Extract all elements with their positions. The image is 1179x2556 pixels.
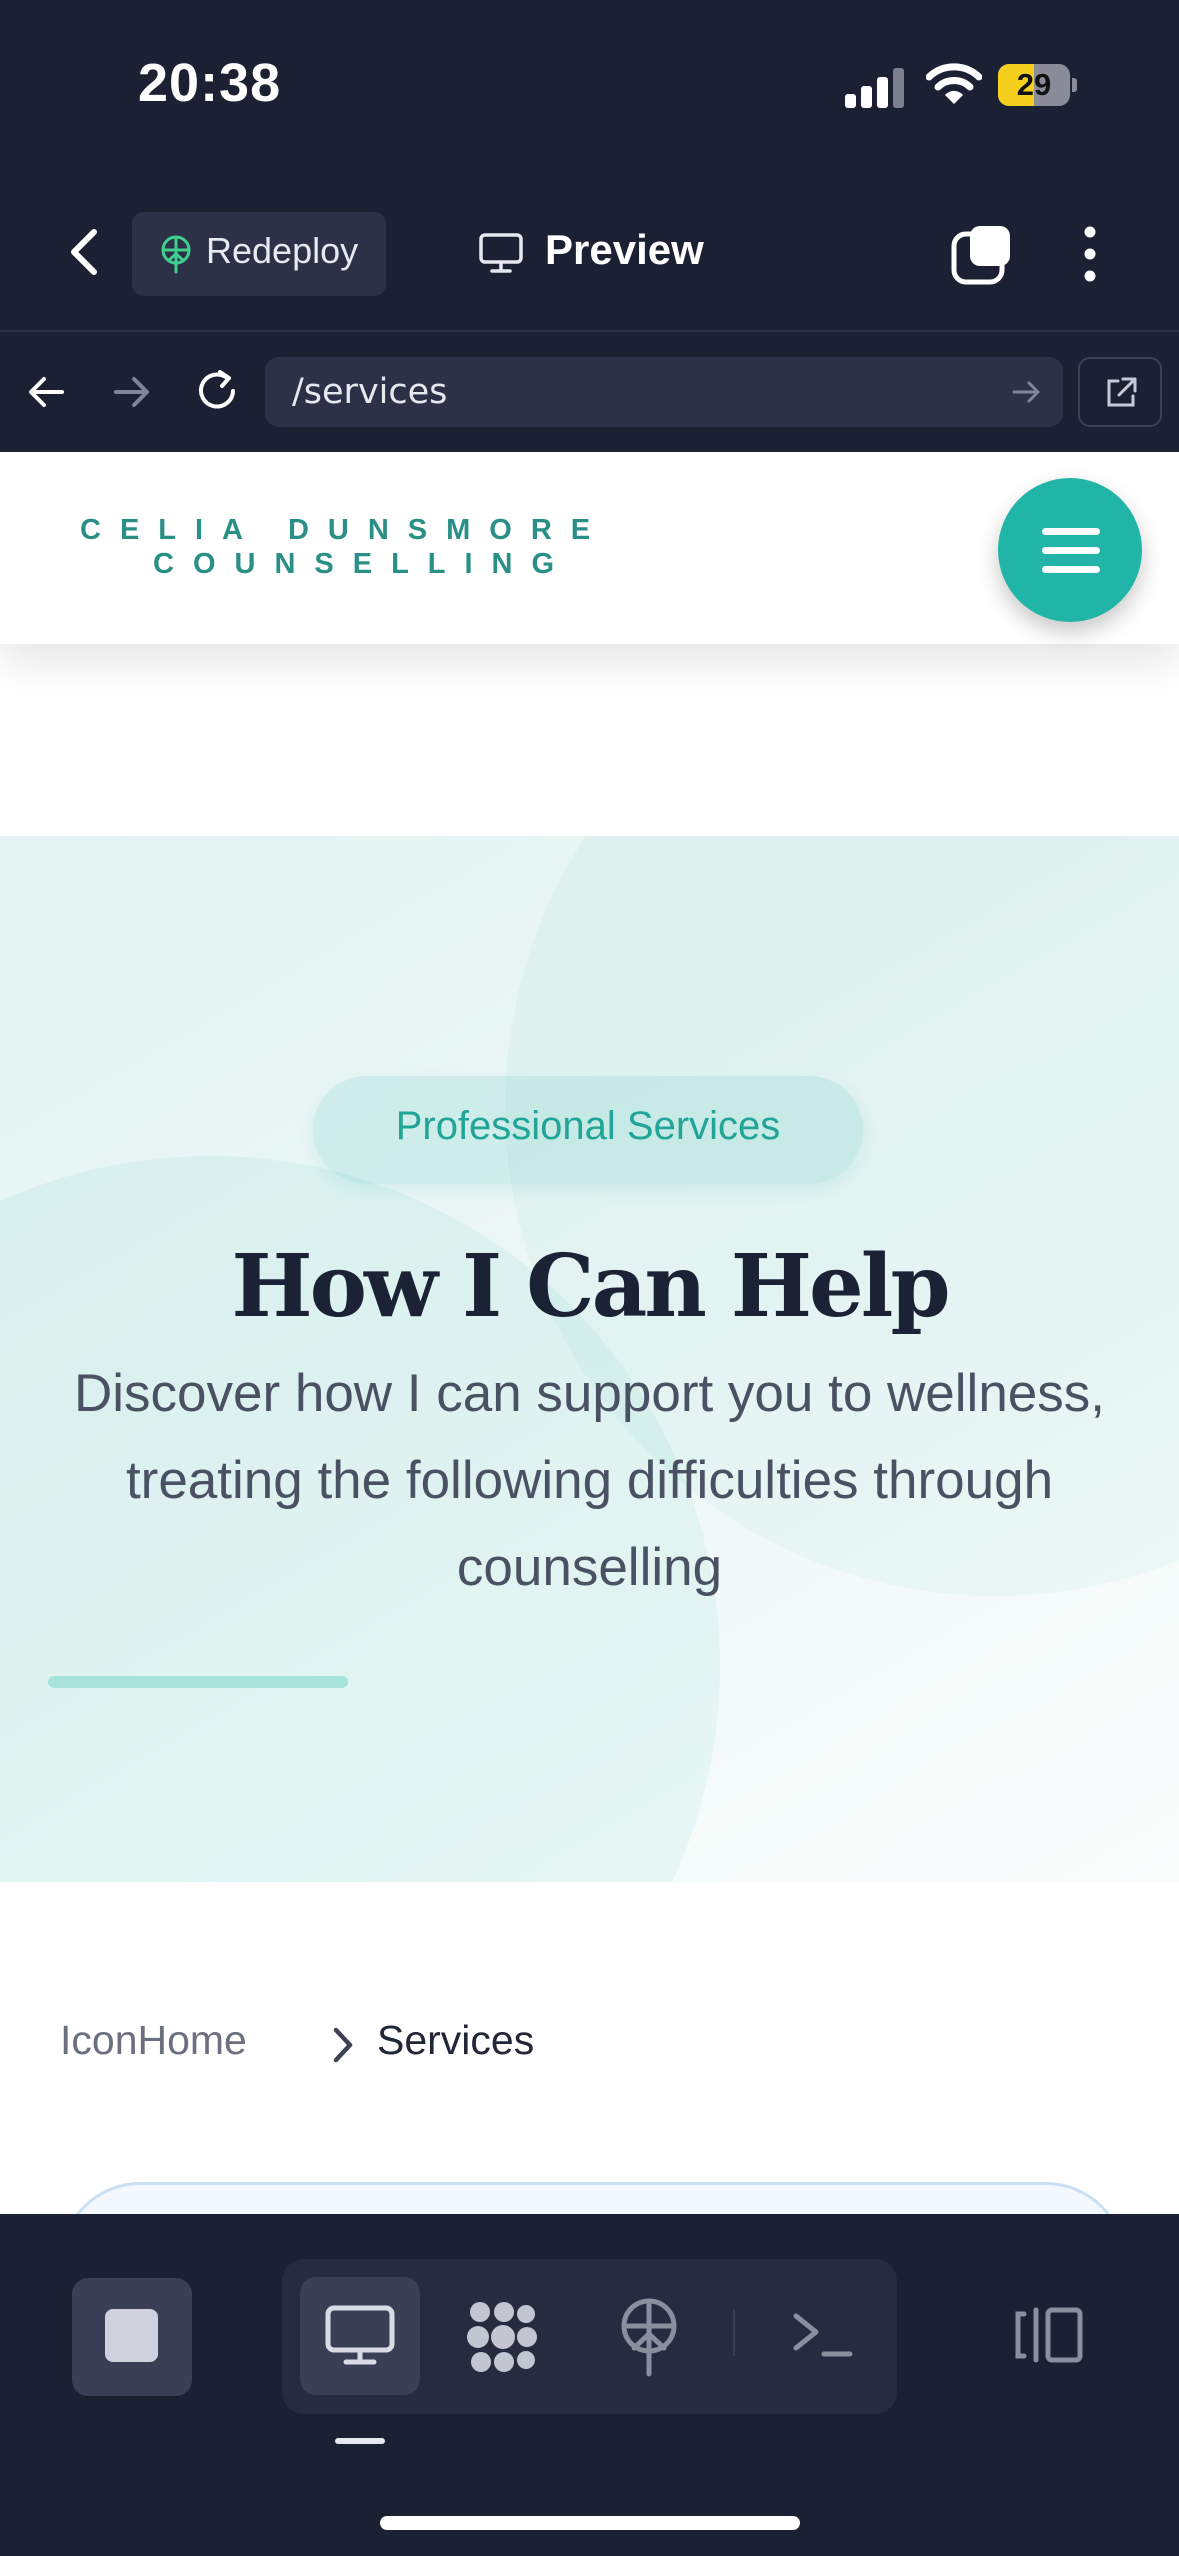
accent-divider (48, 1676, 348, 1688)
cellular-signal-icon (845, 68, 904, 108)
tabs-icon[interactable] (950, 222, 1014, 286)
redeploy-label: Redeploy (206, 230, 359, 271)
terminal-icon[interactable] (790, 2308, 856, 2362)
back-icon[interactable] (60, 222, 110, 282)
stop-icon (105, 2309, 158, 2362)
battery-indicator: 29 (998, 64, 1078, 106)
web-page: CELIA DUNSMORE COUNSELLING Professional … (0, 452, 1179, 2214)
wifi-icon (926, 63, 982, 104)
browser-back-icon[interactable] (24, 370, 68, 414)
battery-percent: 29 (1016, 67, 1052, 102)
open-external-button[interactable] (1078, 357, 1162, 427)
logo-line2[interactable]: COUNSELLING (153, 548, 573, 581)
active-indicator (335, 2438, 385, 2444)
desktop-icon (325, 2305, 395, 2365)
external-link-icon (1107, 377, 1137, 407)
components-icon[interactable] (464, 2300, 542, 2374)
go-arrow-icon[interactable] (1010, 375, 1044, 409)
page-title: How I Can Help (231, 1236, 950, 1337)
monitor-icon (479, 233, 523, 273)
hamburger-icon (1042, 528, 1100, 535)
split-view-icon[interactable] (1010, 2304, 1086, 2366)
reload-icon[interactable] (192, 366, 242, 416)
breadcrumb-home[interactable]: IconHome (60, 2017, 247, 2064)
logo-line1[interactable]: CELIA DUNSMORE (80, 514, 609, 547)
more-options-icon[interactable] (1080, 226, 1100, 282)
divider (733, 2310, 735, 2356)
preview-tab[interactable]: Preview (545, 226, 704, 274)
hero-section: Professional Services How I Can Help Dis… (0, 836, 1179, 1882)
browser-forward-icon[interactable] (110, 370, 154, 414)
status-time: 20:38 (138, 53, 282, 113)
content-card (60, 2182, 1126, 2214)
badge-label: Professional Services (395, 1104, 781, 1148)
deploy-icon (161, 235, 191, 274)
hero-subtitle: Discover how I can support you to wellne… (73, 1364, 1106, 1597)
menu-button[interactable] (998, 478, 1142, 622)
globe-deploy-icon[interactable] (614, 2296, 684, 2378)
chevron-right-icon (333, 2027, 353, 2063)
home-indicator[interactable] (380, 2516, 800, 2530)
breadcrumb-current: Services (377, 2017, 535, 2063)
url-text: /services (292, 372, 448, 412)
